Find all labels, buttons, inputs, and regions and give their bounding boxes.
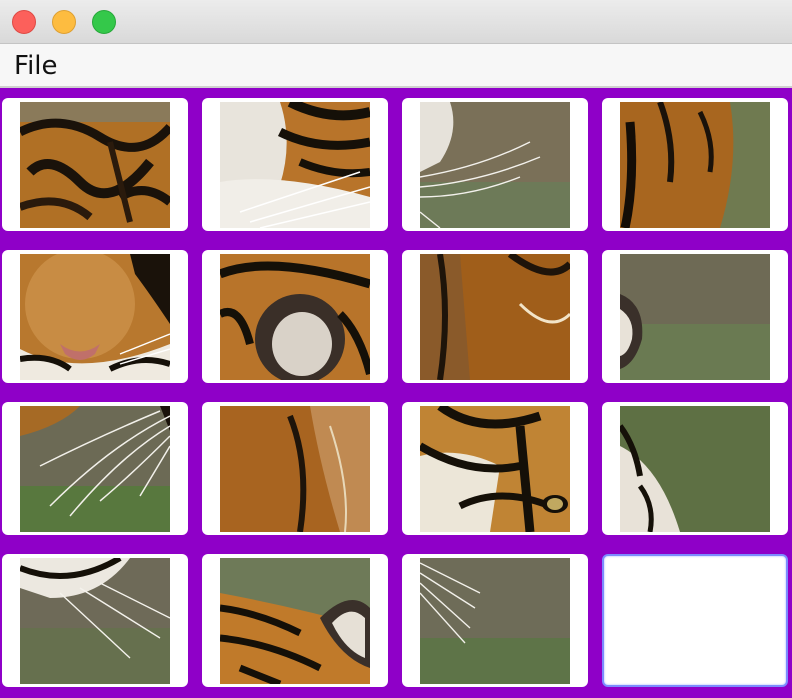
puzzle-tile-12[interactable] [602, 402, 788, 535]
tiger-ear-image [220, 254, 370, 380]
puzzle-tile-14[interactable] [202, 554, 388, 687]
puzzle-tile-7[interactable] [402, 250, 588, 383]
minimize-window-button[interactable] [52, 10, 76, 34]
tiger-neck-image [420, 254, 570, 380]
menu-bar: File [0, 44, 792, 88]
puzzle-tile-9[interactable] [2, 402, 188, 535]
tiger-back-fur-image [220, 406, 370, 532]
close-window-button[interactable] [12, 10, 36, 34]
tiger-nose-image [20, 254, 170, 380]
puzzle-tile-8[interactable] [602, 250, 788, 383]
puzzle-tile-11[interactable] [402, 402, 588, 535]
tiger-shoulder-image [620, 102, 770, 228]
tiger-stripes-image [20, 102, 170, 228]
puzzle-grid [0, 90, 792, 698]
background-ear-edge-image [620, 254, 770, 380]
tiger-head-top-image [220, 558, 370, 684]
puzzle-tile-4[interactable] [602, 98, 788, 231]
puzzle-tile-10[interactable] [202, 402, 388, 535]
puzzle-tile-1[interactable] [2, 98, 188, 231]
maximize-window-button[interactable] [92, 10, 116, 34]
puzzle-tile-15[interactable] [402, 554, 588, 687]
tiger-chin-image [20, 558, 170, 684]
puzzle-tile-3[interactable] [402, 98, 588, 231]
fur-edge-background-image [620, 406, 770, 532]
whiskers-background-2-image [420, 558, 570, 684]
puzzle-tile-2[interactable] [202, 98, 388, 231]
empty-puzzle-slot[interactable] [602, 554, 788, 687]
window-titlebar [0, 0, 792, 44]
tiger-eye-image [420, 406, 570, 532]
tiger-cheek-image [220, 102, 370, 228]
puzzle-tile-6[interactable] [202, 250, 388, 383]
whiskers-background-image [420, 102, 570, 228]
file-menu[interactable]: File [14, 51, 58, 81]
whiskers-grass-image [20, 406, 170, 532]
puzzle-tile-5[interactable] [2, 250, 188, 383]
puzzle-tile-13[interactable] [2, 554, 188, 687]
